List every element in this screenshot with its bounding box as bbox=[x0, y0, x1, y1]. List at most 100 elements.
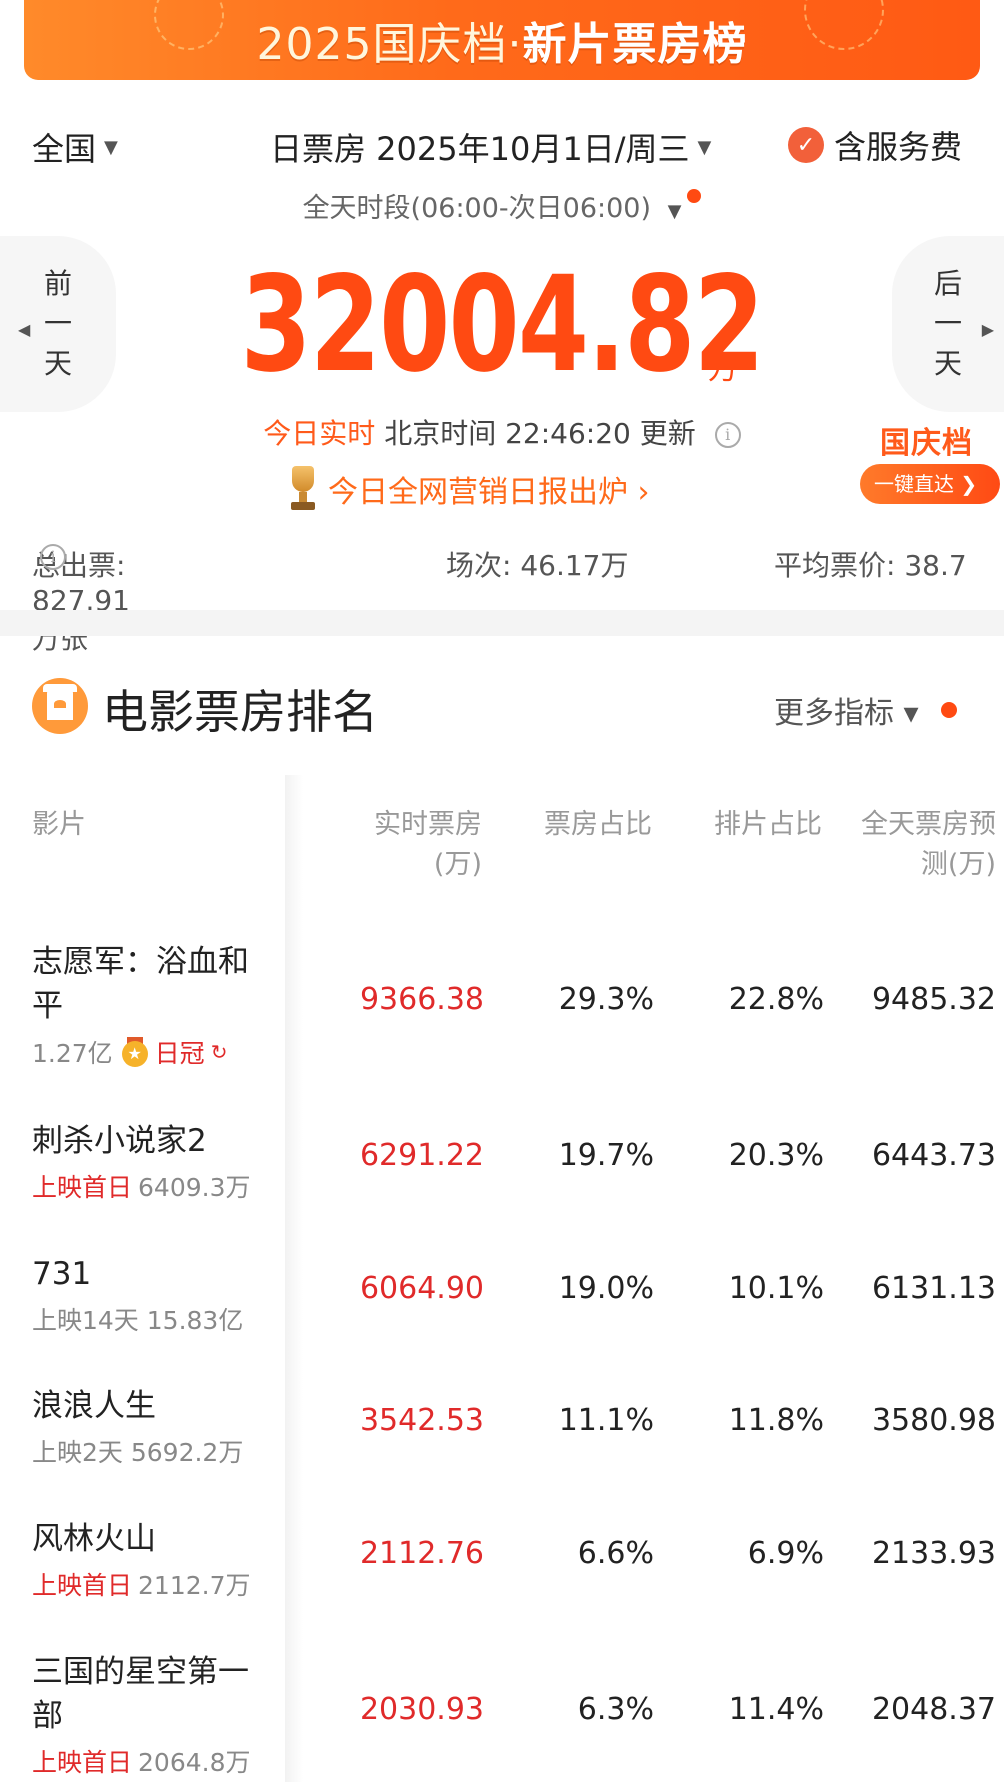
bo-share-cell: 19.0% bbox=[558, 1271, 654, 1306]
film-name-line: 平 bbox=[32, 988, 63, 1024]
show-share-cell: 20.3% bbox=[728, 1138, 824, 1173]
film-name[interactable]: 刺杀小说家2 bbox=[32, 1119, 282, 1163]
film-subinfo: 1.27亿 ★ 日冠 ↻ bbox=[32, 1034, 227, 1070]
realtime-bo-cell: 6291.22 bbox=[359, 1138, 484, 1173]
caret-down-icon: ▼ bbox=[667, 201, 682, 222]
forecast-cell: 3580.98 bbox=[871, 1403, 996, 1438]
film-name[interactable]: 731 bbox=[32, 1252, 282, 1296]
header-realtime-bo-line: 实时票房 bbox=[374, 809, 482, 840]
bo-share-cell: 19.7% bbox=[558, 1138, 654, 1173]
period-selector[interactable]: 全天时段(06:00-次日06:00) ▼ bbox=[0, 186, 1004, 225]
header-forecast-line: 全天票房预 bbox=[861, 809, 996, 840]
forecast-cell: 2048.37 bbox=[871, 1692, 996, 1727]
region-selector[interactable]: 全国 ▼ bbox=[32, 124, 118, 170]
film-name[interactable]: 志愿军：浴血和 平 bbox=[32, 940, 282, 1028]
film-subinfo: 上映首日 2112.7万 bbox=[32, 1566, 251, 1602]
bo-share-cell: 11.1% bbox=[558, 1403, 654, 1438]
show-share-cell: 6.9% bbox=[747, 1536, 824, 1571]
firework-decoration bbox=[804, 0, 884, 50]
forecast-cell: 9485.32 bbox=[871, 982, 996, 1017]
banner-title: 2025国庆档·新片票房榜 bbox=[257, 8, 748, 72]
header-realtime-bo[interactable]: 实时票房 (万) bbox=[330, 805, 482, 885]
realtime-bo-cell: 2112.76 bbox=[359, 1536, 484, 1571]
service-fee-label: 含服务费 bbox=[834, 128, 963, 166]
info-icon[interactable]: i bbox=[714, 422, 741, 448]
check-icon: ✓ bbox=[788, 127, 824, 163]
cumulative-bo: 1.27亿 bbox=[32, 1039, 113, 1068]
total-unit: 万 bbox=[708, 352, 738, 387]
film-name-line: 风林火山 bbox=[32, 1521, 156, 1557]
realtime-bo-cell: 6064.90 bbox=[359, 1271, 484, 1306]
ranking-title: 电影票房排名 bbox=[102, 685, 378, 739]
header-forecast[interactable]: 全天票房预 测(万) bbox=[834, 805, 996, 885]
header-forecast-line: 测(万) bbox=[920, 849, 996, 880]
film-subinfo: 上映14天 15.83亿 bbox=[32, 1301, 243, 1337]
service-fee-toggle[interactable]: ✓ 含服务费 bbox=[788, 122, 962, 168]
section-divider bbox=[0, 610, 1004, 636]
bo-share-cell: 6.6% bbox=[577, 1536, 654, 1571]
film-name[interactable]: 风林火山 bbox=[32, 1517, 282, 1561]
show-share-cell: 11.8% bbox=[728, 1403, 824, 1438]
realtime-bo-cell: 3542.53 bbox=[359, 1403, 484, 1438]
film-name-line: 731 bbox=[32, 1256, 92, 1292]
release-status: 上映首日 bbox=[32, 1173, 133, 1202]
refresh-icon[interactable]: ↻ bbox=[211, 1040, 228, 1064]
header-realtime-bo-line: (万) bbox=[433, 849, 482, 880]
release-status: 上映首日 bbox=[32, 1571, 133, 1600]
promo-button[interactable]: 一键直达 ❯ bbox=[860, 464, 1000, 504]
total-box-office: 32004.82 万 bbox=[0, 248, 1004, 402]
forecast-cell: 2133.93 bbox=[871, 1536, 996, 1571]
realtime-prefix: 今日实时 bbox=[263, 417, 376, 450]
date-selector[interactable]: 日票房 2025年10月1日/周三 ▼ bbox=[270, 124, 711, 170]
film-name[interactable]: 浪浪人生 bbox=[32, 1384, 282, 1428]
new-dot-icon bbox=[687, 189, 702, 203]
date-label: 日票房 2025年10月1日/周三 bbox=[270, 130, 690, 168]
realtime-bo-cell: 2030.93 bbox=[359, 1692, 484, 1727]
header-bo-share[interactable]: 票房占比 bbox=[500, 805, 652, 845]
daily-report-link[interactable]: 今日全网营销日报出炉 › bbox=[290, 466, 650, 512]
period-label: 全天时段(06:00-次日06:00) bbox=[302, 193, 651, 224]
holiday-promo[interactable]: 国庆档 一键直达 ❯ bbox=[860, 418, 1000, 504]
stats-row: 总出票: 827.91万张 i 场次: 46.17万 平均票价: 38.7 bbox=[0, 544, 1004, 655]
avg-price: 平均票价: 38.7 bbox=[774, 549, 967, 582]
bo-share-cell: 6.3% bbox=[577, 1692, 654, 1727]
banner-title-plain: 2025国庆档· bbox=[256, 19, 523, 70]
info-icon[interactable]: i bbox=[40, 544, 66, 570]
film-name-line: 浪浪人生 bbox=[32, 1388, 156, 1424]
film-subinfo: 上映2天 5692.2万 bbox=[32, 1433, 243, 1469]
ranking-header: 电影票房排名 更多指标 ▾ bbox=[0, 670, 1004, 744]
caret-down-icon: ▼ bbox=[697, 136, 712, 158]
more-metrics-button[interactable]: 更多指标 ▾ bbox=[774, 688, 957, 732]
cumulative-bo: 上映2天 5692.2万 bbox=[32, 1438, 244, 1467]
more-metrics-label: 更多指标 ▾ bbox=[774, 696, 919, 731]
show-share-cell: 10.1% bbox=[728, 1271, 824, 1306]
promo-title: 国庆档 bbox=[880, 426, 973, 461]
region-label: 全国 bbox=[32, 130, 97, 168]
header-show-share[interactable]: 排片占比 bbox=[670, 805, 822, 845]
firework-decoration bbox=[154, 0, 224, 50]
caret-down-icon: ▼ bbox=[104, 136, 118, 158]
film-subinfo: 上映首日 6409.3万 bbox=[32, 1168, 251, 1204]
medal-icon: ★ bbox=[121, 1037, 149, 1067]
trophy-icon bbox=[290, 466, 316, 512]
film-name[interactable]: 三国的星空第一 部 bbox=[32, 1650, 282, 1738]
filter-row: 全国 ▼ 日票房 2025年10月1日/周三 ▼ ✓ 含服务费 bbox=[0, 118, 1004, 168]
show-share-cell: 11.4% bbox=[728, 1692, 824, 1727]
new-dot-icon bbox=[940, 702, 957, 718]
daily-champion-badge: 日冠 bbox=[154, 1039, 205, 1068]
cumulative-bo: 2064.8万 bbox=[138, 1748, 251, 1777]
cumulative-bo: 2112.7万 bbox=[138, 1571, 251, 1600]
event-banner[interactable]: 2025国庆档·新片票房榜 bbox=[24, 0, 980, 80]
daily-report-label: 今日全网营销日报出炉 › bbox=[328, 475, 650, 510]
cumulative-bo: 上映14天 15.83亿 bbox=[32, 1306, 244, 1335]
realtime-bo-cell: 9366.38 bbox=[359, 982, 484, 1017]
realtime-status: 今日实时 北京时间 22:46:20 更新 i bbox=[0, 412, 1004, 452]
update-time: 北京时间 22:46:20 更新 bbox=[384, 417, 696, 450]
forecast-cell: 6443.73 bbox=[871, 1138, 996, 1173]
total-value: 32004.82 bbox=[240, 248, 765, 402]
film-name-line: 三国的星空第一 bbox=[32, 1654, 249, 1690]
forecast-cell: 6131.13 bbox=[871, 1271, 996, 1306]
cumulative-bo: 6409.3万 bbox=[138, 1173, 251, 1202]
header-film: 影片 bbox=[32, 809, 86, 840]
film-name-line: 志愿军：浴血和 bbox=[32, 944, 249, 980]
